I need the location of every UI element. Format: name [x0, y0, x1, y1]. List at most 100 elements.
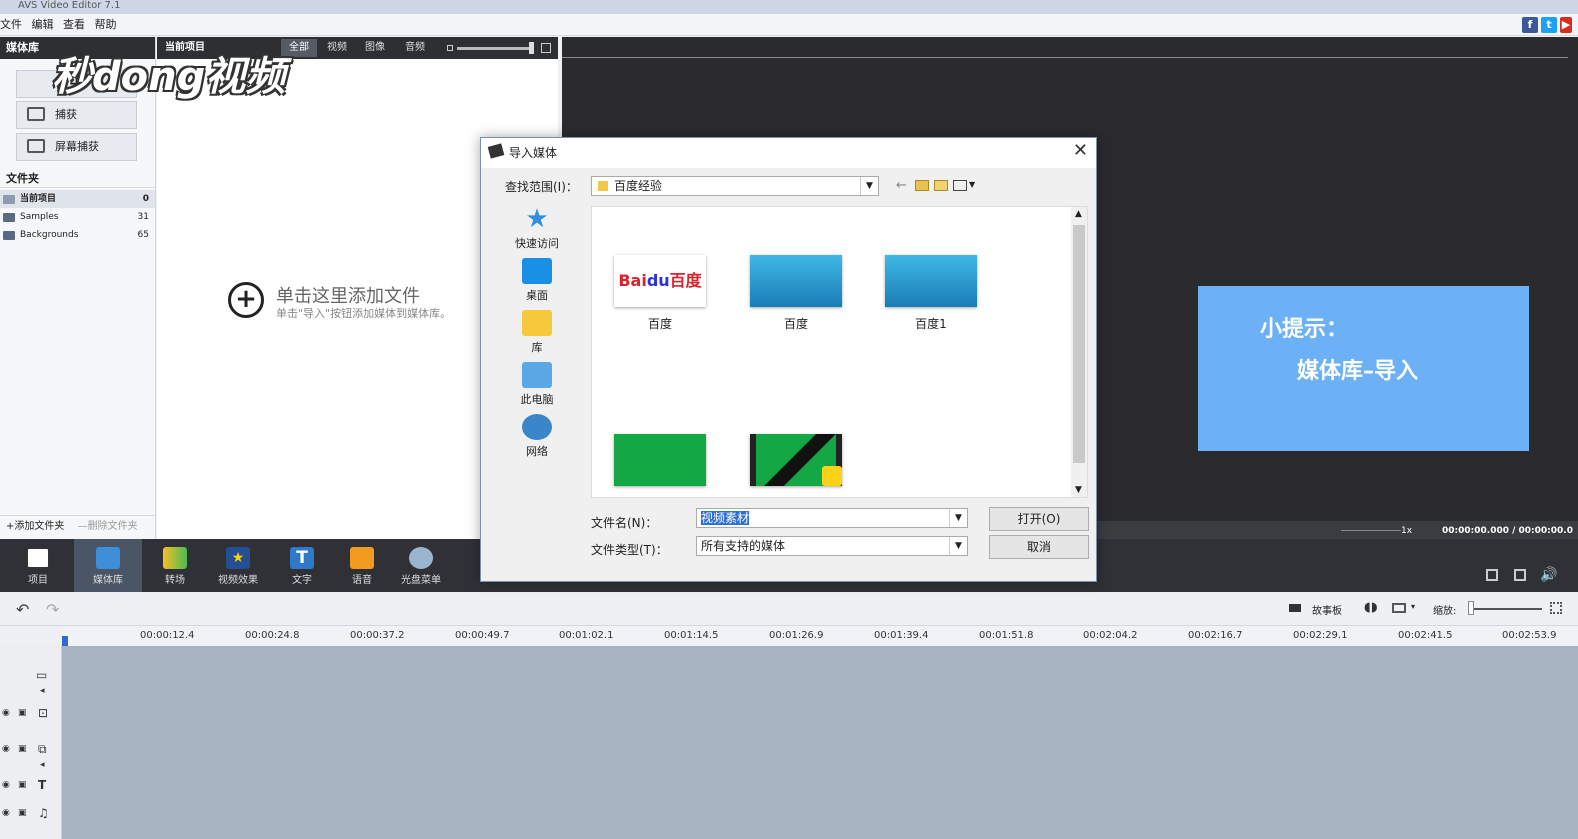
toolbar-video-effects[interactable]: ★ 视频效果 — [210, 539, 266, 592]
twitter-icon[interactable]: t — [1541, 17, 1557, 33]
menu-help[interactable]: 帮助 — [95, 14, 117, 36]
look-in-select[interactable]: 百度经验 ▼ — [591, 176, 879, 196]
player-badge-icon — [822, 466, 842, 486]
toolbar-media-library[interactable]: 媒体库 — [74, 539, 142, 592]
redo-icon[interactable]: ↷ — [46, 600, 59, 619]
file-name: 百度1 — [915, 317, 947, 331]
tab-video[interactable]: 视频 — [319, 39, 355, 57]
toolbar-project[interactable]: 项目 — [12, 539, 64, 592]
eye-icon[interactable]: ◉ — [2, 808, 10, 818]
place-network[interactable]: 网络 — [495, 414, 579, 459]
audio-mute-icon[interactable]: ◂ — [40, 686, 45, 696]
crop-icon[interactable] — [1514, 569, 1526, 581]
add-file-icon[interactable]: + — [228, 282, 264, 318]
file-item[interactable]: 百度 — [736, 255, 856, 332]
back-arrow-icon[interactable]: ← — [896, 178, 907, 193]
new-folder-icon[interactable] — [934, 180, 948, 191]
close-icon[interactable]: ✕ — [1073, 140, 1088, 161]
audio-mute-icon[interactable]: ◂ — [40, 760, 45, 770]
title-bar: AVS Video Editor 7.1 — [0, 0, 1578, 14]
chevron-down-icon[interactable]: ▼ — [949, 537, 967, 555]
menu-edit[interactable]: 编辑 — [32, 14, 54, 36]
menu-file[interactable]: 文件 — [0, 14, 22, 36]
filename-input[interactable]: 视频素材 ▼ — [696, 508, 968, 528]
audio-icon[interactable]: ◖◗ — [1364, 600, 1378, 615]
file-item[interactable]: 百度1 — [871, 255, 991, 332]
undo-icon[interactable]: ↶ — [16, 600, 29, 619]
chevron-down-icon[interactable]: ▼ — [949, 509, 967, 527]
storyboard-label[interactable]: 故事板 — [1312, 602, 1342, 617]
chevron-down-icon[interactable]: ▼ — [969, 180, 975, 189]
folder-name: Backgrounds — [20, 230, 79, 240]
star-icon: ★ — [226, 547, 250, 569]
facebook-icon[interactable]: f — [1522, 17, 1538, 33]
music-track-icon: ♫ — [38, 806, 49, 820]
file-item[interactable] — [600, 434, 720, 494]
scroll-up-icon[interactable]: ▲ — [1075, 209, 1082, 219]
youtube-icon[interactable]: ▶ — [1560, 17, 1572, 33]
menu-view[interactable]: 查看 — [63, 14, 85, 36]
timeline-ruler[interactable]: 00:00:12.4 00:00:24.8 00:00:37.2 00:00:4… — [62, 626, 1578, 646]
delete-folder-button[interactable]: —删除文件夹 — [78, 521, 138, 532]
place-desktop[interactable]: 桌面 — [495, 258, 579, 303]
track-headers: ▭ ◂ ◉ ▣ ⊡ ◉ ▣ ⧉ ◂ ◉ ▣ T ◉ ▣ ♫ — [0, 646, 62, 839]
zoom-slider-handle[interactable] — [1468, 601, 1474, 615]
folder-row-backgrounds[interactable]: Backgrounds 65 — [0, 226, 155, 244]
large-thumb-icon[interactable] — [541, 43, 551, 53]
scroll-down-icon[interactable]: ▼ — [1075, 485, 1082, 495]
tab-audio[interactable]: 音频 — [397, 39, 433, 57]
up-folder-icon[interactable] — [915, 180, 929, 191]
lock-icon[interactable]: ▣ — [18, 808, 27, 818]
folder-row-samples[interactable]: Samples 31 — [0, 208, 155, 226]
zoom-slider[interactable] — [1470, 608, 1542, 610]
menu-bar: 文件 编辑 查看 帮助 — [0, 14, 1578, 36]
add-folder-button[interactable]: +添加文件夹 — [0, 521, 64, 532]
file-item[interactable] — [736, 434, 856, 494]
chevron-down-icon[interactable]: ▼ — [860, 177, 878, 195]
timeline-tracks[interactable] — [62, 646, 1578, 839]
lock-icon[interactable]: ▣ — [18, 780, 27, 790]
eye-icon[interactable]: ◉ — [2, 780, 10, 790]
thumb-size-slider[interactable] — [457, 47, 533, 50]
playhead-marker[interactable] — [62, 636, 68, 646]
small-thumb-icon[interactable] — [447, 45, 453, 51]
file-item[interactable]: Baidu百度 百度 — [600, 255, 720, 332]
place-this-pc[interactable]: 此电脑 — [495, 362, 579, 407]
storyboard-icon[interactable] — [1289, 604, 1301, 612]
scroll-thumb[interactable] — [1073, 225, 1085, 463]
display-icon[interactable] — [1392, 603, 1406, 613]
tip-line1: 小提示： — [1260, 317, 1349, 342]
fit-icon[interactable] — [1550, 602, 1562, 614]
slider-handle[interactable] — [529, 42, 534, 54]
view-menu-icon[interactable] — [953, 180, 967, 191]
volume-icon[interactable]: 🔊 — [1540, 567, 1557, 583]
capture-button[interactable]: 捕获 — [16, 101, 137, 129]
dialog-title: 导入媒体 — [509, 146, 558, 160]
toolbar-disc-menu[interactable]: 光盘菜单 — [396, 539, 446, 592]
chevron-down-icon[interactable]: ▾ — [1411, 602, 1415, 611]
watermark-logo: 秒dong视频 — [52, 54, 286, 100]
tab-all[interactable]: 全部 — [281, 39, 317, 57]
eye-icon[interactable]: ◉ — [2, 708, 10, 718]
toolbar-transitions[interactable]: 转场 — [150, 539, 200, 592]
toolbar-voice[interactable]: 语音 — [340, 539, 384, 592]
import-media-dialog: 导入媒体 ✕ 查找范围(I)： 百度经验 ▼ ← ▼ ★ 快速访问 桌面 库 此… — [480, 137, 1097, 582]
open-button[interactable]: 打开(O) — [989, 507, 1089, 531]
screen-capture-button[interactable]: 屏幕捕获 — [16, 133, 137, 161]
place-quick-access[interactable]: ★ 快速访问 — [495, 206, 579, 251]
filetype-select[interactable]: 所有支持的媒体 ▼ — [696, 536, 968, 556]
folder-row-current[interactable]: 当前项目 0 — [0, 190, 155, 208]
lock-icon[interactable]: ▣ — [18, 744, 27, 754]
file-list-scrollbar[interactable]: ▲ ▼ — [1071, 207, 1087, 497]
speed-slider[interactable] — [1341, 530, 1401, 531]
speed-value: 1x — [1401, 526, 1413, 536]
eye-icon[interactable]: ◉ — [2, 744, 10, 754]
desktop-icon — [522, 258, 552, 284]
cancel-button[interactable]: 取消 — [989, 535, 1089, 559]
place-library[interactable]: 库 — [495, 310, 579, 355]
lock-icon[interactable]: ▣ — [18, 708, 27, 718]
snapshot-icon[interactable] — [1486, 569, 1498, 581]
tab-image[interactable]: 图像 — [357, 39, 393, 57]
file-list[interactable]: Baidu百度 百度 百度 百度1 ▲ ▼ — [591, 206, 1088, 498]
toolbar-text[interactable]: T 文字 — [280, 539, 324, 592]
